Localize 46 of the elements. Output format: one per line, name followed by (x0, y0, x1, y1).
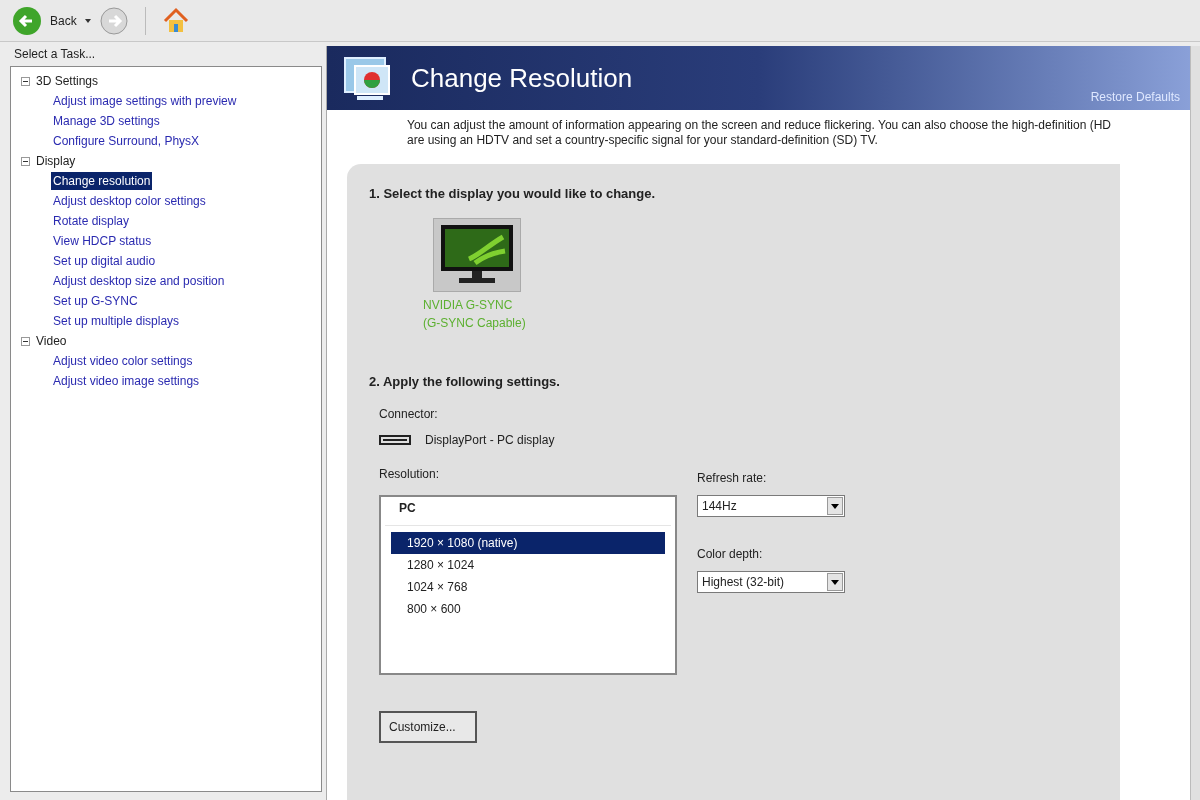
description-text: are using an HDTV and set a country-specific signal for your standard-definition (SD) TV. (407, 133, 879, 148)
tree-item[interactable]: Set up G-SYNC (51, 292, 140, 310)
customize-button[interactable]: Customize... (379, 711, 477, 743)
home-icon[interactable] (161, 6, 190, 35)
tree-item[interactable]: View HDCP status (51, 232, 154, 250)
tree-item[interactable]: Configure Surround, PhysX (51, 132, 202, 150)
tree-item[interactable]: Set up multiple displays (51, 312, 182, 330)
tree-item[interactable]: Set up digital audio (51, 252, 158, 270)
page-title: Change Resolution (411, 61, 633, 95)
resolution-label: Resolution: (379, 466, 441, 483)
display-name: NVIDIA G-SYNC (423, 296, 514, 314)
tree-item[interactable]: Change resolution (51, 172, 153, 190)
scrollbar[interactable] (1190, 46, 1200, 800)
collapse-icon[interactable] (21, 336, 30, 346)
panel-title: Select a Task... (13, 46, 97, 63)
display-subtitle: (G-SYNC Capable) (423, 314, 527, 332)
collapse-icon[interactable] (21, 76, 30, 86)
list-group-header: PC (385, 499, 671, 526)
tree-item[interactable]: Manage 3D settings (51, 112, 162, 130)
collapse-icon[interactable] (21, 156, 30, 166)
display-tile[interactable] (433, 217, 521, 292)
back-button[interactable]: Back (50, 11, 77, 30)
resolution-option[interactable]: 800 × 600 (391, 598, 665, 620)
tree-category[interactable]: Video (36, 332, 67, 350)
tree-item[interactable]: Adjust video color settings (51, 352, 195, 370)
tree-category[interactable]: 3D Settings (36, 72, 99, 90)
refresh-rate-label: Refresh rate: (697, 470, 768, 487)
description-text: You can adjust the amount of information appearing on the screen and reduce flickering. You can also choose the high-definition (HD (407, 118, 1112, 133)
connector-label: Connector: (379, 406, 439, 423)
tree-item[interactable]: Rotate display (51, 212, 132, 230)
connector-icon (379, 435, 411, 445)
refresh-rate-dropdown[interactable]: 144Hz (697, 495, 845, 517)
color-depth-label: Color depth: (697, 546, 764, 563)
resolution-option[interactable]: 1920 × 1080 (native) (391, 532, 665, 554)
step-heading: 1. Select the display you would like to change. (369, 185, 657, 203)
dropdown-arrow-icon[interactable] (84, 18, 91, 23)
resolution-option[interactable]: 1024 × 768 (391, 576, 665, 598)
step-heading: 2. Apply the following settings. (369, 372, 561, 391)
tree-category[interactable]: Display (36, 152, 76, 170)
tree-item[interactable]: Adjust desktop size and position (51, 272, 227, 290)
tree-item[interactable]: Adjust video image settings (51, 372, 202, 390)
tree-item[interactable]: Adjust image settings with preview (51, 92, 239, 110)
connector-value: DisplayPort - PC display (425, 432, 555, 449)
resolution-option[interactable]: 1280 × 1024 (391, 554, 665, 576)
tree-item[interactable]: Adjust desktop color settings (51, 192, 208, 210)
color-depth-dropdown[interactable]: Highest (32-bit) (697, 571, 845, 593)
